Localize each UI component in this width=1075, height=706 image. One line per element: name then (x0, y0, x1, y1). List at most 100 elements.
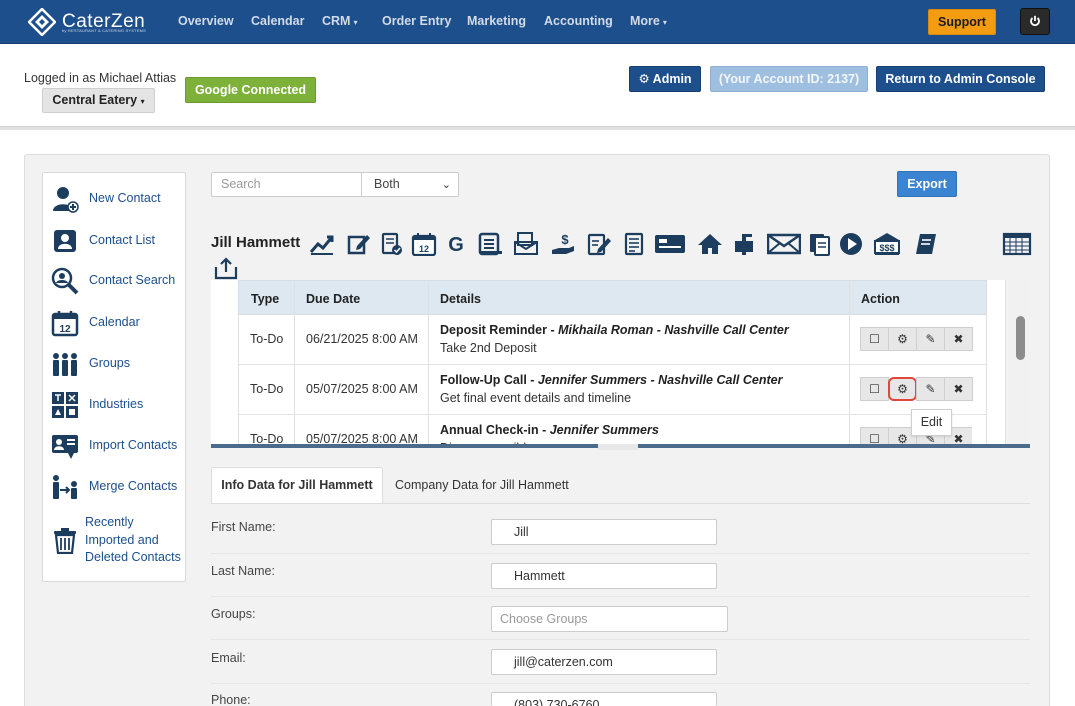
search-input[interactable]: Search (211, 172, 362, 197)
google-connected-button[interactable]: Google Connected (185, 77, 316, 103)
grid-table-icon[interactable] (1002, 232, 1032, 256)
cell-details-title: Deposit Reminder - Mikhaila Roman - Nash… (440, 323, 789, 337)
nav-calendar[interactable]: Calendar (251, 14, 305, 28)
groups-label: Groups: (211, 607, 256, 621)
export-button[interactable]: Export (897, 171, 957, 197)
sidebar-item-new-contact[interactable]: New Contact (51, 185, 161, 213)
home-icon[interactable] (697, 232, 723, 256)
notebook-icon[interactable] (913, 232, 939, 256)
edit-icon: ✎ (925, 332, 936, 346)
delete-button[interactable]: ✖ (944, 377, 973, 401)
nav-overview[interactable]: Overview (178, 14, 234, 28)
checkbox-button[interactable]: ☐ (860, 427, 889, 444)
tab-company-data[interactable]: Company Data for Jill Hammett (395, 478, 569, 492)
sidebar-item-import-contacts[interactable]: Import Contacts (51, 432, 177, 460)
admin-button[interactable]: ⚙ Admin (629, 66, 701, 92)
google-icon[interactable]: G (443, 232, 469, 256)
edit-button[interactable]: ✎ (916, 327, 945, 351)
account-id-button[interactable]: (Your Account ID: 2137) (710, 66, 868, 92)
col-action[interactable]: Action (861, 292, 900, 306)
sidebar-item-contact-list[interactable]: Contact List (51, 227, 155, 255)
mail-document-icon[interactable] (513, 232, 539, 256)
user-search-icon (51, 267, 79, 295)
settings-button[interactable]: ⚙ (888, 327, 917, 351)
cell-due-date: 05/07/2025 8:00 AM (306, 432, 418, 446)
nav-order-entry[interactable]: Order Entry (382, 14, 451, 28)
sidebar-item-groups[interactable]: Groups (51, 350, 130, 378)
col-details[interactable]: Details (440, 292, 481, 306)
scrollbar-thumb[interactable] (1016, 316, 1025, 360)
sidebar-item-calendar[interactable]: 12 Calendar (51, 309, 140, 337)
edit-document-icon[interactable] (586, 232, 612, 256)
sidebar-item-label: Groups (89, 356, 130, 371)
caterzen-logo[interactable]: CaterZen by RESTAURANT & CATERING SYSTEM… (27, 7, 146, 37)
checkbox-button[interactable]: ☐ (860, 327, 889, 351)
col-due-date[interactable]: Due Date (306, 292, 360, 306)
play-circle-icon[interactable] (839, 232, 865, 256)
task-title: Annual Check-in (440, 423, 539, 437)
settings-button[interactable]: ⚙ (888, 377, 917, 401)
task-people: Jennifer Summers (549, 423, 659, 437)
sidebar-item-recently-imported-deleted[interactable]: Recently Imported and Deleted Contacts (51, 514, 181, 567)
label-line-2: Imported and (85, 532, 159, 547)
phone-field[interactable]: (803) 730-6760 (491, 692, 717, 706)
table-scrollbar[interactable] (1005, 280, 1030, 444)
stats-chart-icon[interactable] (309, 232, 335, 256)
gear-icon: ⚙ (897, 432, 908, 444)
support-button[interactable]: Support (928, 9, 996, 35)
email-label: Email: (211, 651, 246, 665)
industries-icon (52, 392, 78, 418)
last-name-field[interactable]: Hammett (491, 563, 717, 589)
edit-note-icon[interactable] (346, 232, 372, 256)
calendar-icon[interactable]: 12 (411, 232, 437, 257)
column-divider (294, 280, 295, 444)
return-admin-console-button[interactable]: Return to Admin Console (876, 66, 1045, 92)
add-user-icon (53, 187, 79, 213)
checkbox-button[interactable]: ☐ (860, 377, 889, 401)
close-icon: ✖ (953, 382, 964, 396)
first-name-field[interactable]: Jill (491, 519, 717, 545)
nav-crm[interactable]: CRM ▾ (322, 14, 357, 28)
checklist-icon[interactable] (621, 232, 647, 256)
sidebar-item-merge-contacts[interactable]: Merge Contacts (51, 473, 177, 501)
cell-due-date: 05/07/2025 8:00 AM (306, 382, 418, 396)
bank-icon[interactable]: $$$ (874, 232, 900, 256)
document-check-icon[interactable] (379, 232, 405, 256)
share-icon[interactable] (213, 256, 239, 280)
location-dropdown[interactable]: Central Eatery ▾ (42, 88, 155, 113)
cell-due-date: 06/21/2025 8:00 AM (306, 332, 418, 346)
email-field[interactable]: jill@caterzen.com (491, 649, 717, 675)
nav-more[interactable]: More ▾ (630, 14, 667, 28)
col-type[interactable]: Type (251, 292, 279, 306)
groups-select[interactable]: Choose Groups (491, 606, 728, 632)
task-title: Deposit Reminder (440, 323, 547, 337)
close-icon: ✖ (953, 432, 964, 444)
sidebar-item-industries[interactable]: Industries (51, 391, 143, 419)
nav-marketing[interactable]: Marketing (467, 14, 526, 28)
top-navbar: CaterZen by RESTAURANT & CATERING SYSTEM… (0, 0, 1075, 44)
sidebar-item-contact-search[interactable]: Contact Search (51, 267, 175, 295)
last-name-label: Last Name: (211, 564, 275, 578)
delete-button[interactable]: ✖ (944, 327, 973, 351)
field-divider (211, 553, 1030, 554)
nav-accounting[interactable]: Accounting (544, 14, 613, 28)
card-terminal-icon[interactable] (654, 232, 686, 256)
tab-info-data[interactable]: Info Data for Jill Hammett (211, 467, 383, 503)
copy-document-icon[interactable] (807, 232, 833, 256)
mailbox-icon[interactable] (731, 232, 757, 256)
search-filter-select[interactable]: Both ⌄ (361, 172, 459, 197)
nav-more-label: More (630, 14, 660, 28)
edit-button[interactable]: ✎ (916, 377, 945, 401)
payment-hand-icon[interactable]: $ (550, 232, 576, 256)
sidebar-item-label: New Contact (89, 191, 161, 206)
logged-in-text: Logged in as Michael Attias (24, 71, 177, 85)
task-title: Follow-Up Call (440, 373, 527, 387)
resize-grip[interactable] (598, 444, 638, 450)
ledger-icon[interactable] (477, 232, 503, 256)
caret-down-icon: ▾ (140, 97, 145, 106)
power-button[interactable] (1020, 8, 1050, 35)
cell-details-title: Follow-Up Call - Jennifer Summers - Nash… (440, 373, 783, 387)
merge-icon (53, 475, 77, 499)
envelope-icon[interactable] (766, 232, 802, 256)
edit-tooltip: Edit (911, 409, 952, 436)
